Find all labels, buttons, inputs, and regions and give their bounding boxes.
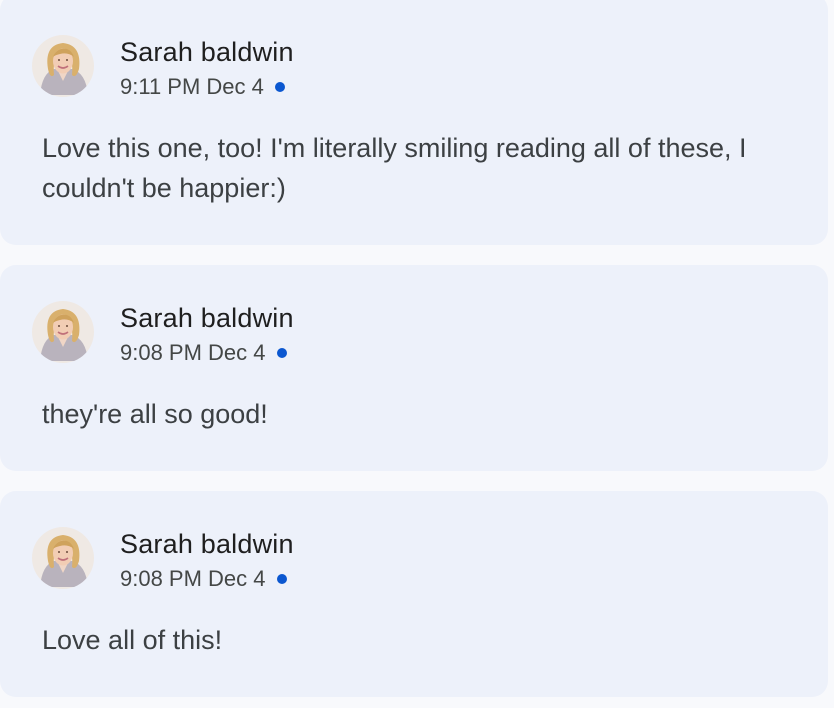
message-card[interactable]: Sarah baldwin 9:11 PM Dec 4 Love this on… xyxy=(0,0,828,245)
timestamp-text: 9:08 PM Dec 4 xyxy=(120,566,266,591)
message-card[interactable]: Sarah baldwin 9:08 PM Dec 4 they're all … xyxy=(0,265,828,471)
message-timestamp: 9:08 PM Dec 4 xyxy=(120,566,287,592)
avatar[interactable] xyxy=(32,527,94,589)
message-timestamp: 9:08 PM Dec 4 xyxy=(120,340,287,366)
avatar[interactable] xyxy=(32,35,94,97)
message-timestamp: 9:11 PM Dec 4 xyxy=(120,74,285,100)
avatar[interactable] xyxy=(32,301,94,363)
unread-dot-icon xyxy=(276,574,287,584)
message-card[interactable]: Sarah baldwin 9:08 PM Dec 4 Love all of … xyxy=(0,491,828,697)
message-text: Love all of this! xyxy=(42,625,223,655)
message-text: Love this one, too! I'm literally smilin… xyxy=(42,133,747,203)
unread-dot-icon xyxy=(274,82,285,92)
author-name: Sarah baldwin xyxy=(120,529,294,559)
unread-dot-icon xyxy=(276,348,287,358)
author-name: Sarah baldwin xyxy=(120,303,294,333)
timestamp-text: 9:11 PM Dec 4 xyxy=(120,74,264,99)
author-name: Sarah baldwin xyxy=(120,37,294,67)
message-text: they're all so good! xyxy=(42,399,268,429)
message-thread: Sarah baldwin 9:11 PM Dec 4 Love this on… xyxy=(0,0,834,708)
timestamp-text: 9:08 PM Dec 4 xyxy=(120,340,266,365)
